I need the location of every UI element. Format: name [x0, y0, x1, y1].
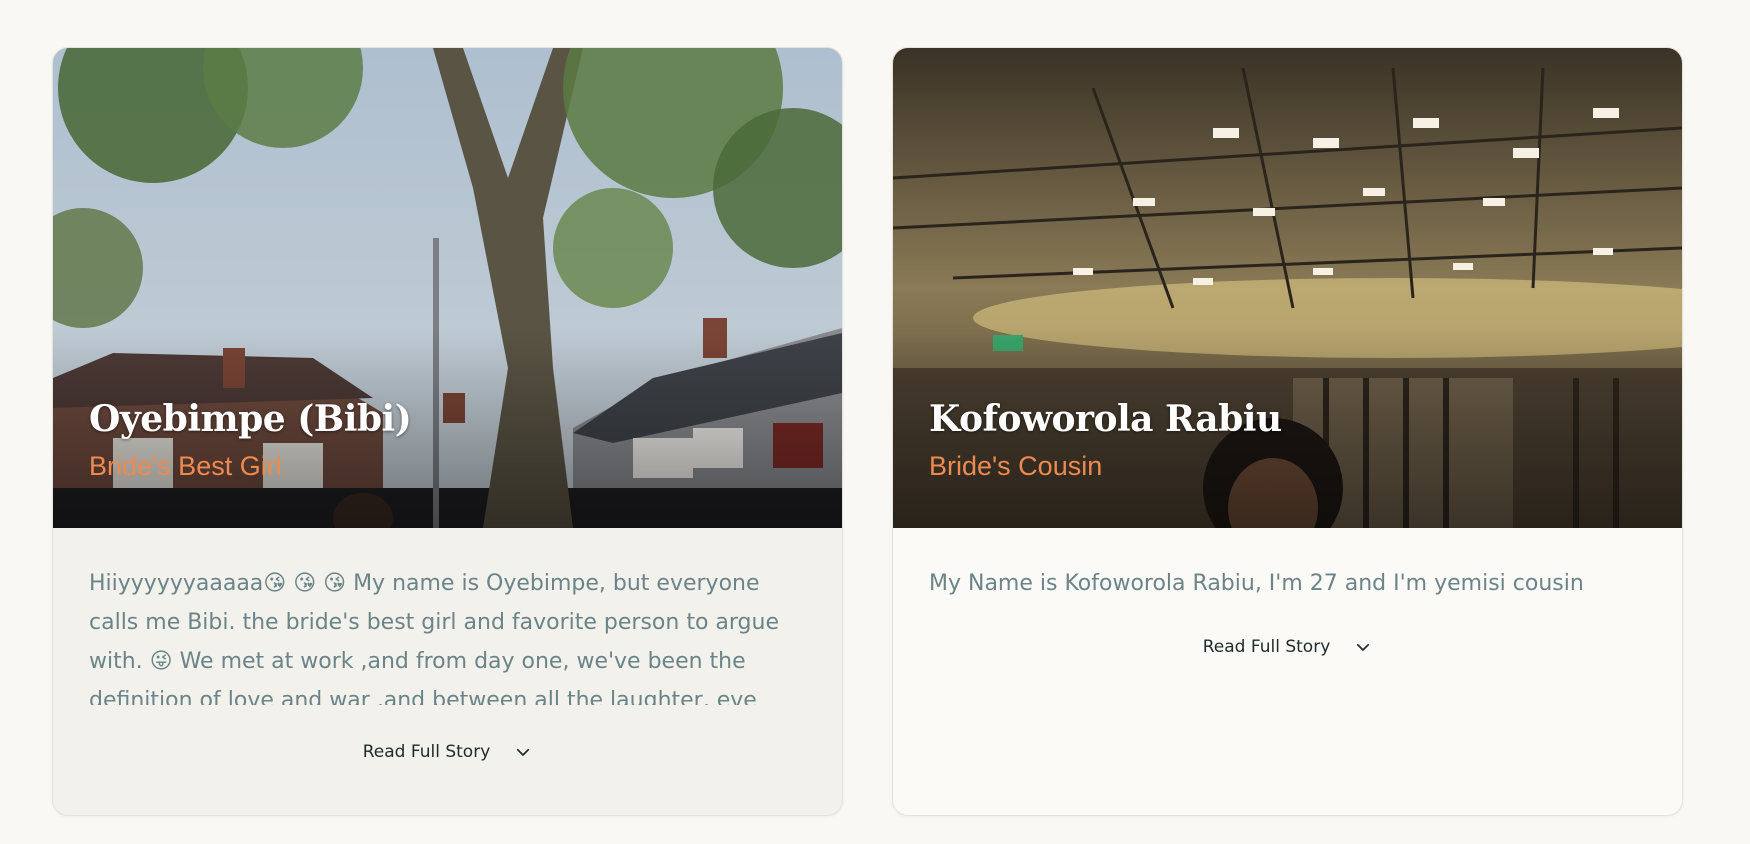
guest-role: Bride's Cousin	[929, 451, 1103, 481]
guest-photo: Oyebimpe (Bibi) Bride's Best Girl	[53, 48, 842, 528]
chevron-down-icon	[1357, 643, 1370, 651]
testimonials-grid: Oyebimpe (Bibi) Bride's Best Girl Hiiyyy…	[0, 0, 1750, 844]
guest-card-kofoworola: Kofoworola Rabiu Bride's Cousin My Name …	[892, 47, 1683, 816]
chevron-down-icon	[517, 748, 530, 756]
guest-role: Bride's Best Girl	[89, 451, 282, 481]
guest-card-oyebimpe: Oyebimpe (Bibi) Bride's Best Girl Hiiyyy…	[52, 47, 843, 816]
read-full-story-label: Read Full Story	[362, 742, 491, 762]
read-full-story-label: Read Full Story	[1202, 637, 1331, 657]
guest-photo: Kofoworola Rabiu Bride's Cousin	[893, 48, 1682, 528]
guest-name: Oyebimpe (Bibi)	[89, 398, 412, 440]
guest-story-excerpt: Hiiyyyyyyaaaaa😘 😘 😘 My name is Oyebimpe,…	[89, 571, 779, 705]
guest-name: Kofoworola Rabiu	[929, 398, 1282, 440]
guest-story-excerpt: My Name is Kofoworola Rabiu, I'm 27 and …	[929, 571, 1584, 596]
read-full-story-button[interactable]: Read Full Story	[893, 637, 1682, 657]
read-full-story-button[interactable]: Read Full Story	[53, 742, 842, 762]
